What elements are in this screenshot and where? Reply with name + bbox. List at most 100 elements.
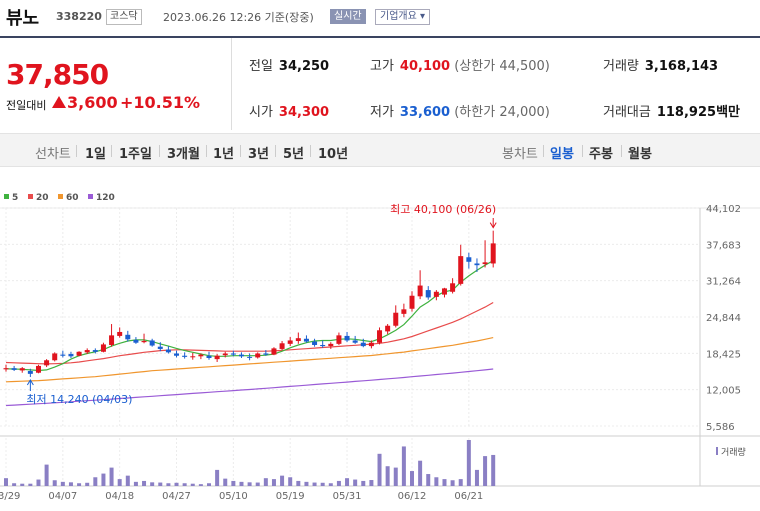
low-cell: 저가 33,600 (하한가 24,000) (370, 101, 550, 120)
volume-bar (255, 482, 260, 486)
candle-body (287, 340, 293, 344)
volume-bar (328, 483, 333, 486)
candle-body (360, 342, 366, 347)
candle-body (295, 338, 301, 342)
tab-separator (240, 145, 241, 157)
tab-monthly[interactable]: 월봉 (628, 143, 652, 162)
x-tick-label: 04/27 (162, 491, 191, 502)
candle-body (174, 353, 180, 356)
stock-header: 뷰노 338220 코스닥 2023.06.26 12:26 기준(장중) 실시… (0, 0, 760, 36)
candle-body (206, 355, 212, 359)
volume-bar (142, 480, 147, 486)
candle-body (230, 353, 236, 355)
low-value: 33,600 (399, 105, 451, 120)
volume-bar (336, 480, 341, 486)
volume-bar (320, 482, 325, 486)
tab-3y[interactable]: 3년 (248, 143, 269, 162)
price-change: 3,600 (52, 93, 118, 112)
volume-bar (28, 483, 33, 486)
candle-body (474, 263, 480, 266)
candle-body (238, 354, 244, 357)
current-price: 37,850 (6, 58, 109, 91)
volume-bar (271, 479, 276, 486)
high-label: 고가 (370, 59, 394, 74)
trade-value-unit: 백만 (716, 105, 740, 120)
price-panel: 37,850 전일대비 3,600 +10.51% 전일 34,250 고가 40,… (0, 38, 760, 130)
lower-limit: (하한가 24,000) (454, 105, 550, 120)
volume-bar (353, 479, 358, 486)
company-overview-dropdown[interactable]: 기업개요 ▾ (375, 9, 431, 25)
tab-separator (76, 145, 77, 157)
tab-10y[interactable]: 10년 (318, 143, 348, 162)
market-badge: 코스닥 (106, 9, 142, 25)
min-annotation: 최저 14,240 (04/03) (26, 393, 132, 406)
tab-1d[interactable]: 1일 (85, 143, 106, 162)
volume-bar (239, 481, 244, 486)
candle-body (44, 360, 50, 366)
tab-separator (543, 145, 544, 157)
tab-3m[interactable]: 3개월 (167, 143, 200, 162)
caret-down-icon: ▾ (420, 11, 426, 22)
volume-bar (207, 483, 211, 486)
legend-swatch-5 (4, 194, 9, 199)
candle-body (441, 288, 447, 295)
candle-body (84, 350, 90, 353)
volume-bar (458, 479, 463, 486)
legend-swatch-60 (58, 194, 63, 199)
price-chart[interactable]: 5 20 60 120 44,102 37,683 31,264 24,844 18,425 12… (0, 168, 760, 511)
x-tick-label: 03/29 (0, 491, 20, 502)
tab-line-chart[interactable]: 선차트 (35, 143, 71, 162)
volume-bar (85, 482, 90, 486)
volume-bar (158, 482, 163, 486)
volume-bar (361, 480, 366, 486)
chart-svg: 5 20 60 120 44,102 37,683 31,264 24,844 18,425 12… (0, 193, 760, 502)
candle-body (190, 356, 196, 358)
volume-bar (182, 483, 187, 486)
tab-weekly[interactable]: 주봉 (589, 143, 613, 162)
volume-bar (198, 484, 203, 486)
volume-bar (410, 471, 414, 486)
tab-separator (621, 145, 622, 157)
volume-bar (393, 467, 398, 486)
tab-daily[interactable]: 일봉 (550, 143, 574, 162)
legend-label-60: 60 (66, 193, 79, 203)
price-change-pct: +10.51% (120, 93, 201, 112)
candle-body (141, 341, 147, 343)
change-label: 전일대비 (6, 99, 47, 112)
realtime-button[interactable]: 실시간 (330, 9, 366, 24)
prev-close-value: 34,250 (278, 59, 330, 74)
price-change-value: 3,600 (67, 93, 118, 112)
panel-divider (231, 38, 232, 130)
volume-bar (93, 477, 98, 486)
volume-bar (304, 481, 309, 486)
timestamp: 2023.06.26 12:26 기준(장중) (163, 11, 314, 24)
volume-bar (247, 482, 252, 486)
tab-separator (310, 145, 311, 157)
candle-body (385, 325, 391, 332)
volume-bar (231, 480, 236, 486)
volume-bar (491, 454, 496, 486)
x-tick-label: 04/18 (105, 491, 134, 502)
x-tick-label: 05/19 (276, 491, 305, 502)
volume-legend-swatch (716, 447, 718, 455)
candle-body (263, 353, 269, 355)
candle-body (377, 330, 383, 343)
volume-bar (288, 477, 293, 486)
tab-1y[interactable]: 1년 (213, 143, 234, 162)
volume-bar (60, 481, 65, 486)
open-cell: 시가 34,300 (249, 101, 329, 120)
tab-1w[interactable]: 1주일 (119, 143, 152, 162)
prev-close-cell: 전일 34,250 (249, 55, 329, 74)
tab-candle-chart[interactable]: 봉차트 (502, 143, 538, 162)
legend-swatch-20 (28, 194, 33, 199)
tab-5y[interactable]: 5년 (283, 143, 304, 162)
candle-body (458, 256, 464, 284)
candle-body (247, 356, 253, 358)
candle-body (490, 243, 496, 264)
tab-separator (275, 145, 276, 157)
candle-body (425, 290, 431, 298)
volume-bar (36, 479, 41, 486)
candle-body (409, 295, 415, 309)
stock-code: 338220 (56, 10, 102, 23)
candle-body (182, 355, 188, 357)
